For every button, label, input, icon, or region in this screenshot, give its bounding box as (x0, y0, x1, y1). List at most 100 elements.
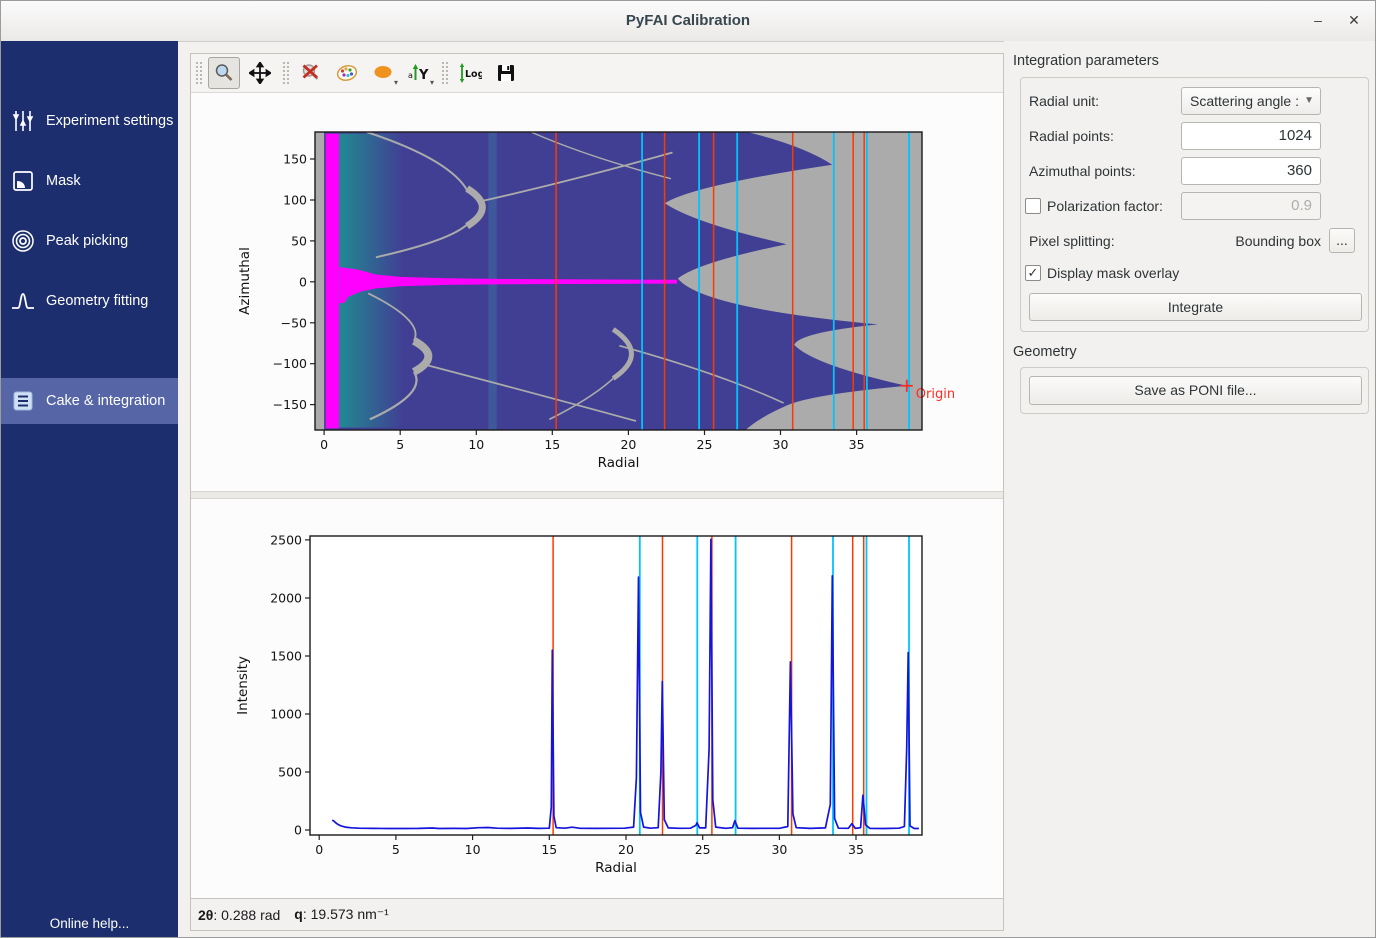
radial-unit-select[interactable]: Scattering angle : ▼ (1181, 87, 1321, 115)
reset-zoom-button[interactable] (295, 57, 327, 89)
save-poni-button[interactable]: Save as PONI file... (1029, 376, 1362, 405)
zoom-tool-button[interactable] (208, 57, 240, 89)
svg-text:15: 15 (544, 437, 560, 452)
toolbar-grip[interactable] (282, 61, 289, 85)
status-bar: 2θ: 0.288 rad q: 19.573 nm⁻¹ (191, 898, 1003, 930)
mask-display-button[interactable]: ▾ (367, 57, 399, 89)
azimuthal-points-input[interactable]: 360 (1181, 157, 1321, 185)
colormap-button[interactable] (331, 57, 363, 89)
svg-text:5: 5 (396, 437, 404, 452)
minimize-button[interactable]: – (1303, 1, 1333, 40)
sidebar-item-geometry-fitting[interactable]: Geometry fitting (1, 278, 178, 324)
polarization-label: Polarization factor: (1047, 192, 1163, 220)
sidebar-item-peak-picking[interactable]: Peak picking (1, 218, 178, 264)
sidebar-item-label: Peak picking (46, 233, 128, 249)
svg-text:Y: Y (418, 68, 429, 83)
svg-text:Radial: Radial (595, 860, 637, 876)
cake-list-icon (11, 389, 35, 413)
display-mask-checkbox[interactable] (1025, 265, 1041, 281)
azimuthal-points-label: Azimuthal points: (1029, 157, 1136, 185)
pixel-splitting-more-button[interactable]: ... (1329, 228, 1355, 253)
clear-zoom-icon (300, 62, 322, 84)
svg-text:50: 50 (291, 233, 307, 248)
radial-unit-value: Scattering angle : (1190, 93, 1299, 109)
toolbar-grip[interactable] (195, 61, 202, 85)
geometry-group: Save as PONI file... (1020, 367, 1369, 414)
polarization-input[interactable]: 0.9 (1181, 192, 1321, 220)
plots-area: Origin05101520253035−150−100−50050100150… (191, 93, 1003, 898)
plot-splitter[interactable] (191, 491, 1003, 499)
integration-sidebar: Integration parameters Radial unit: Scat… (1004, 41, 1375, 937)
svg-text:35: 35 (849, 437, 865, 452)
autoscale-y-button[interactable]: a Y ▾ (403, 57, 435, 89)
svg-text:20: 20 (618, 842, 634, 857)
svg-text:0: 0 (294, 823, 302, 838)
plot-toolbar: ▾ a Y ▾ Log (191, 54, 1003, 93)
sidebar: Experiment settings Mask Peak picking (1, 41, 178, 937)
pan-arrows-icon (249, 62, 271, 84)
pyfai-window: PyFAI Calibration – ✕ Experiment setting… (0, 0, 1376, 938)
svg-text:100: 100 (283, 193, 307, 208)
svg-text:30: 30 (771, 842, 787, 857)
svg-text:150: 150 (283, 152, 307, 167)
svg-text:1000: 1000 (270, 707, 302, 722)
polarization-checkbox[interactable] (1025, 198, 1041, 214)
svg-text:500: 500 (278, 765, 302, 780)
svg-text:2500: 2500 (270, 532, 302, 547)
sliders-icon (11, 109, 35, 133)
radial-points-label: Radial points: (1029, 122, 1114, 150)
svg-text:−100: −100 (273, 356, 307, 371)
log-scale-button[interactable]: Log (454, 57, 486, 89)
mask-ellipse-icon (372, 62, 394, 84)
radial-unit-label: Radial unit: (1029, 87, 1099, 115)
toolbar-grip[interactable] (441, 61, 448, 85)
close-button[interactable]: ✕ (1339, 1, 1369, 40)
chevron-down-icon: ▼ (1304, 88, 1314, 114)
plot-panel: ▾ a Y ▾ Log (190, 53, 1004, 931)
peak-curve-icon (11, 289, 35, 313)
dropdown-arrow-icon: ▾ (430, 78, 434, 87)
svg-text:25: 25 (695, 842, 711, 857)
svg-text:a: a (408, 71, 413, 80)
mask-icon (11, 169, 35, 193)
sidebar-item-label: Cake & integration (46, 393, 165, 409)
q-readout: q: 19.573 nm⁻¹ (294, 906, 389, 923)
integration-parameters-group: Radial unit: Scattering angle : ▼ Radial… (1020, 77, 1369, 332)
target-icon (11, 229, 35, 253)
cake-2d-plot[interactable]: Origin05101520253035−150−100−50050100150… (191, 93, 1003, 491)
sidebar-item-label: Geometry fitting (46, 293, 148, 309)
sidebar-item-cake-integration[interactable]: Cake & integration (1, 378, 178, 424)
sidebar-item-label: Mask (46, 173, 81, 189)
svg-text:Radial: Radial (598, 455, 640, 471)
integration-parameters-title: Integration parameters (1013, 53, 1159, 69)
integrate-button[interactable]: Integrate (1029, 293, 1362, 321)
dropdown-arrow-icon: ▾ (394, 78, 398, 87)
sidebar-item-mask[interactable]: Mask (1, 158, 178, 204)
svg-text:−150: −150 (273, 397, 307, 412)
svg-text:25: 25 (697, 437, 713, 452)
svg-text:35: 35 (848, 842, 864, 857)
svg-text:30: 30 (773, 437, 789, 452)
display-mask-label: Display mask overlay (1047, 259, 1179, 287)
svg-text:1500: 1500 (270, 649, 302, 664)
save-plot-button[interactable] (490, 57, 522, 89)
svg-text:15: 15 (541, 842, 557, 857)
svg-text:5: 5 (392, 842, 400, 857)
integrated-profile-plot[interactable]: 0510152025303505001000150020002500Radial… (191, 500, 1003, 900)
svg-text:0: 0 (320, 437, 328, 452)
radial-points-input[interactable]: 1024 (1181, 122, 1321, 150)
pixel-splitting-value: Bounding box (1171, 227, 1321, 255)
svg-text:Intensity: Intensity (235, 656, 251, 715)
log-scale-icon: Log (458, 62, 482, 84)
svg-text:Azimuthal: Azimuthal (237, 247, 253, 315)
online-help-link[interactable]: Online help... (1, 916, 178, 931)
sidebar-item-label: Experiment settings (46, 113, 173, 129)
palette-icon (336, 62, 358, 84)
svg-text:0: 0 (299, 274, 307, 289)
svg-text:Log: Log (465, 69, 482, 80)
sidebar-item-experiment-settings[interactable]: Experiment settings (1, 98, 178, 144)
svg-text:0: 0 (315, 842, 323, 857)
magnifier-icon (213, 62, 235, 84)
pan-tool-button[interactable] (244, 57, 276, 89)
svg-text:10: 10 (465, 842, 481, 857)
